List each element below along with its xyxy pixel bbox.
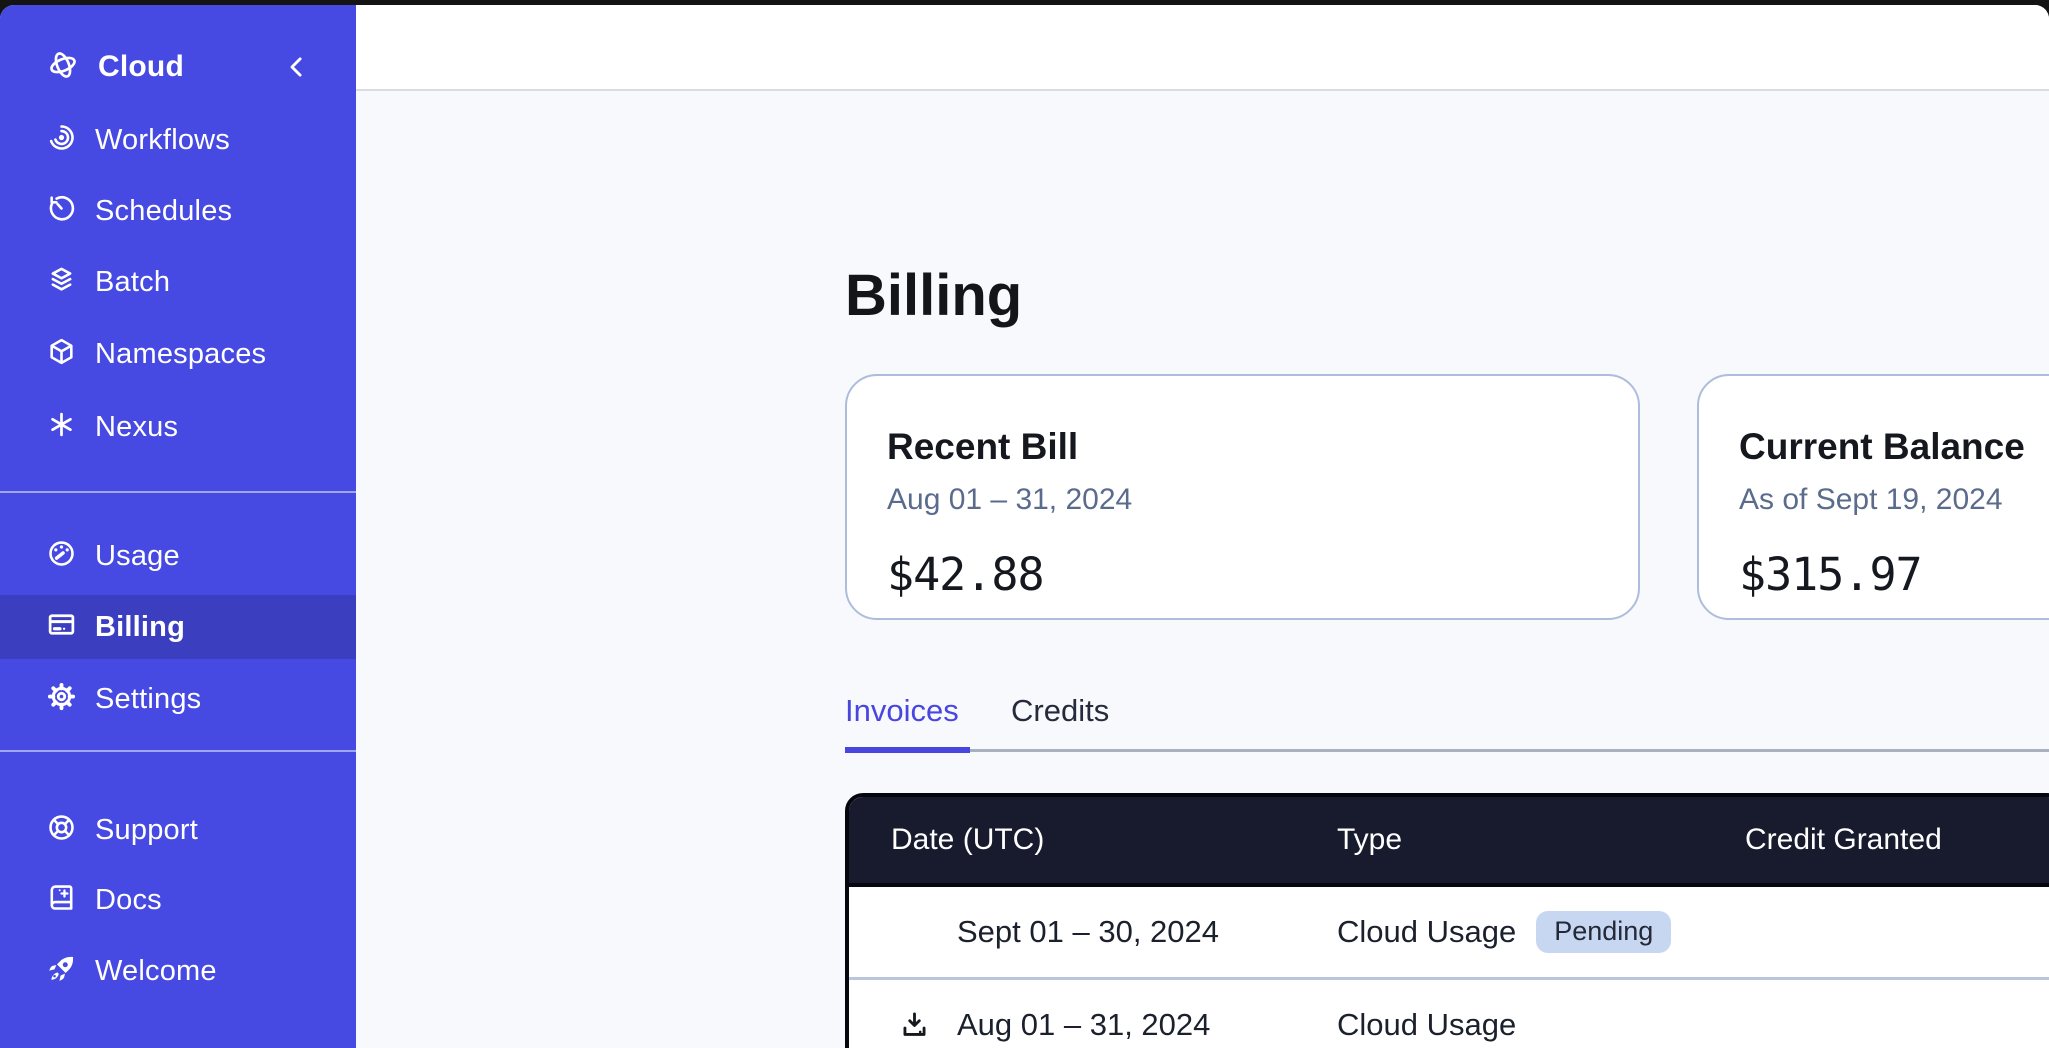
column-header-credit: Credit Granted [1745,823,1942,857]
tab-invoices[interactable]: Invoices [845,692,959,729]
schedules-icon [46,193,77,229]
recent-bill-card: Recent Bill Aug 01 – 31, 2024 $42.88 [845,374,1640,620]
temporal-logo-icon [46,48,80,87]
sidebar-item-namespaces[interactable]: Namespaces [0,322,356,386]
column-header-date: Date (UTC) [891,823,1044,857]
sidebar-item-label: Workflows [95,124,230,157]
top-bar [356,5,2049,91]
sidebar-item-billing[interactable]: Billing [0,595,356,659]
sidebar-item-support[interactable]: Support [0,798,356,862]
card-amount: $315.97 [1739,548,2049,601]
sidebar-divider [0,750,356,752]
sidebar: Cloud Workflows [0,5,356,1048]
invoice-date: Sept 01 – 30, 2024 [957,914,1219,950]
card-title: Current Balance [1739,426,2049,469]
sidebar-item-workflows[interactable]: Workflows [0,108,356,172]
billing-page: Cloud Workflows [0,0,2049,1048]
table-row: Aug 01 – 31, 2024 Cloud Usage [849,977,2049,1048]
book-icon [46,882,77,918]
tab-divider-line [845,749,2049,752]
download-invoice-icon[interactable] [899,1010,930,1041]
table-header-row: Date (UTC) Type Credit Granted [849,797,2049,887]
workflows-icon [46,122,77,158]
sidebar-item-nexus[interactable]: Nexus [0,395,356,459]
invoice-type-cell: Cloud Usage [1337,1007,1516,1043]
batch-icon [46,264,77,300]
lifebuoy-icon [46,812,77,848]
namespaces-icon [46,336,77,372]
chevron-left-icon[interactable] [282,52,312,82]
sidebar-brand-label: Cloud [98,50,184,84]
sidebar-item-label: Settings [95,683,201,716]
sidebar-item-usage[interactable]: Usage [0,524,356,588]
sidebar-item-label: Welcome [95,955,217,988]
sidebar-item-label: Schedules [95,195,232,228]
sidebar-item-label: Usage [95,540,180,573]
sidebar-item-docs[interactable]: Docs [0,868,356,932]
invoice-type-cell: Cloud Usage Pending [1337,911,1671,953]
column-header-type: Type [1337,823,1402,857]
current-balance-card: Current Balance As of Sept 19, 2024 $315… [1697,374,2049,620]
credit-card-icon [46,609,77,645]
rocket-icon [46,953,77,989]
invoice-date: Aug 01 – 31, 2024 [957,1007,1210,1043]
sidebar-item-label: Billing [95,611,185,644]
sidebar-item-settings[interactable]: Settings [0,667,356,731]
usage-gauge-icon [46,538,77,574]
status-badge: Pending [1536,911,1671,953]
gear-icon [46,681,77,717]
sidebar-item-welcome[interactable]: Welcome [0,939,356,1003]
nexus-icon [46,409,77,445]
invoice-type: Cloud Usage [1337,914,1516,950]
sidebar-item-label: Namespaces [95,338,266,371]
sidebar-item-label: Batch [95,266,170,299]
sidebar-item-schedules[interactable]: Schedules [0,179,356,243]
sidebar-item-label: Support [95,814,198,847]
tab-credits[interactable]: Credits [1011,692,1109,729]
invoices-table: Date (UTC) Type Credit Granted Sept 01 –… [845,793,2049,1048]
sidebar-item-batch[interactable]: Batch [0,250,356,314]
sidebar-item-label: Nexus [95,411,178,444]
invoice-type: Cloud Usage [1337,1007,1516,1043]
card-subtitle: Aug 01 – 31, 2024 [887,483,1598,516]
page-title: Billing [845,266,1022,327]
card-amount: $42.88 [887,548,1598,601]
table-row: Sept 01 – 30, 2024 Cloud Usage Pending [849,887,2049,977]
card-subtitle: As of Sept 19, 2024 [1739,483,2049,516]
card-title: Recent Bill [887,426,1598,469]
sidebar-item-label: Docs [95,884,162,917]
sidebar-brand-cloud[interactable]: Cloud [0,35,356,99]
active-tab-underline [845,747,970,753]
app-window: Cloud Workflows [0,5,2049,1048]
sidebar-divider [0,491,356,493]
